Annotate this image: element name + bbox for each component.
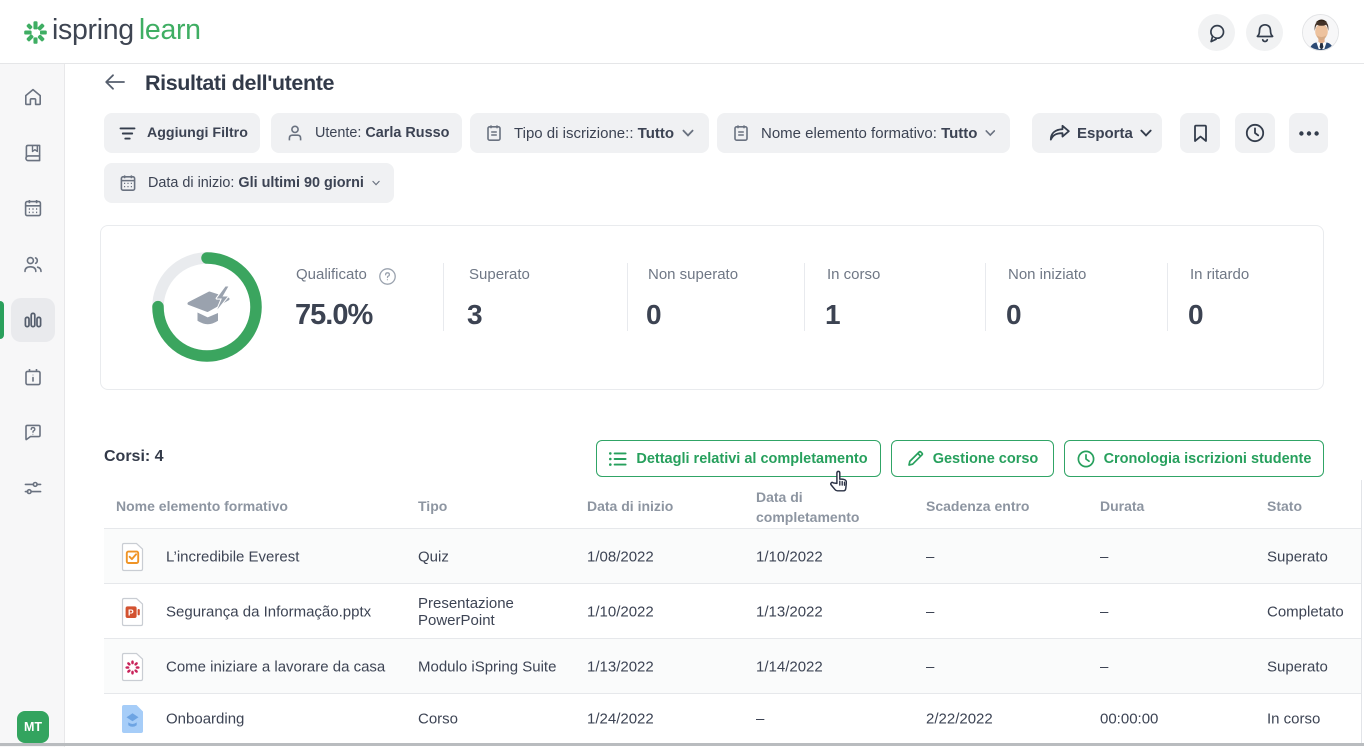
svg-text:P: P <box>128 607 134 617</box>
